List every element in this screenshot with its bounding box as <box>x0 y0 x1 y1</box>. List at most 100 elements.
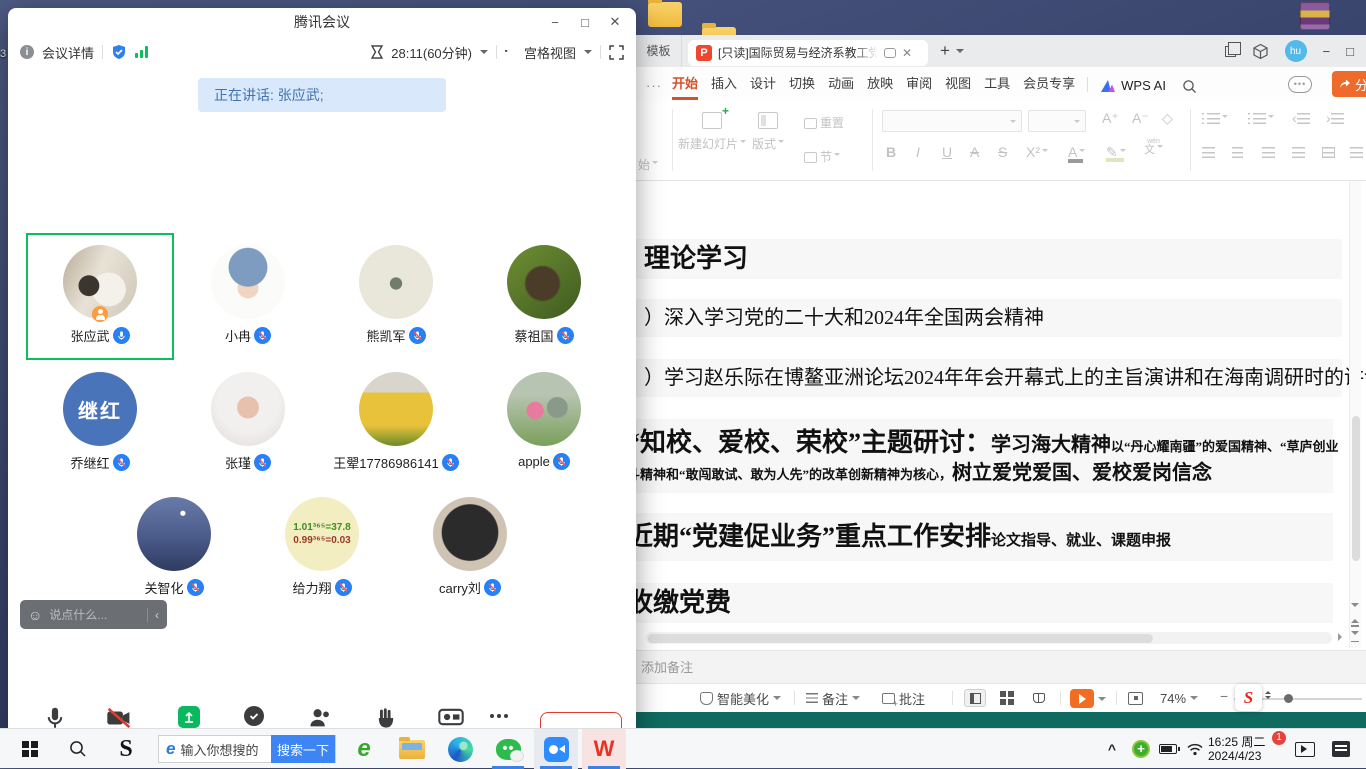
scroll-right-icon[interactable] <box>1338 633 1346 641</box>
participant-tile[interactable]: 王翚17786986141 <box>322 360 470 485</box>
font-color-button[interactable]: A <box>1068 144 1085 162</box>
new-tab-button[interactable]: + <box>940 41 950 61</box>
increase-font-button[interactable]: A⁺ <box>1102 110 1119 127</box>
decrease-font-button[interactable]: A⁻ <box>1132 110 1149 127</box>
ribbon-tab[interactable]: 设计 <box>750 73 776 100</box>
security-shield-icon[interactable] <box>111 44 127 60</box>
timer-caret-icon[interactable] <box>480 50 488 58</box>
participant-tile[interactable]: 关智化 <box>100 485 248 610</box>
participant-tile[interactable]: 小冉 <box>174 233 322 360</box>
underline-button[interactable]: U <box>942 144 952 160</box>
notes-button[interactable]: 备注 <box>806 684 860 712</box>
align-left-button[interactable] <box>1202 144 1215 160</box>
action-center-icon[interactable] <box>1326 729 1356 769</box>
user-avatar[interactable]: hu <box>1285 40 1307 62</box>
ribbon-tab[interactable]: 视图 <box>945 73 971 100</box>
ribbon-tab[interactable]: 放映 <box>867 73 893 100</box>
fullscreen-icon[interactable] <box>609 45 624 60</box>
chat-quick-input[interactable]: ☺ 说点什么... ‹ <box>20 600 167 629</box>
ribbon-tab[interactable]: 插入 <box>711 73 737 100</box>
ribbon-tab[interactable]: 会员专享 <box>1023 73 1075 100</box>
3d-box-icon[interactable] <box>1252 43 1269 60</box>
increase-indent-icon[interactable]: › <box>1326 110 1344 126</box>
participant-tile[interactable]: 蔡祖国 <box>470 233 618 360</box>
clear-format-icon[interactable]: ◇ <box>1162 110 1173 127</box>
zoom-slider-handle[interactable] <box>1284 694 1293 703</box>
slide-nav-buttons[interactable] <box>1349 593 1361 642</box>
wps-prev-tab[interactable]: 模板 <box>636 35 682 67</box>
char-spacing-button[interactable]: A <box>970 144 979 160</box>
wps-active-document-tab[interactable]: P [只读]国际贸易与经济系教工党 ✕ <box>688 40 928 66</box>
view-mode-button[interactable]: 宫格视图 <box>524 43 576 62</box>
align-right-button[interactable] <box>1262 144 1275 160</box>
bullet-list-button[interactable] <box>1202 110 1228 126</box>
highlight-color-button[interactable]: ✎ <box>1106 144 1126 161</box>
service-icon[interactable]: ••• <box>1288 76 1312 93</box>
meeting-details-button[interactable]: 会议详情 <box>42 43 94 62</box>
participant-tile[interactable]: apple <box>470 360 618 485</box>
slide-sorter-view-button[interactable] <box>996 689 1018 707</box>
section-button[interactable]: 节 <box>804 148 840 165</box>
ribbon-tab[interactable]: 工具 <box>984 73 1010 100</box>
comments-button[interactable]: 批注 <box>882 684 925 712</box>
search-go-button[interactable]: 搜索一下 <box>271 735 335 763</box>
outline-row[interactable]: 收缴党费 <box>636 583 1333 623</box>
floating-app-carets[interactable] <box>1265 688 1271 702</box>
italic-button[interactable]: I <box>916 144 920 160</box>
fit-window-button[interactable] <box>1128 684 1143 712</box>
scrollbar-thumb[interactable] <box>1352 416 1360 561</box>
edge-browser-icon[interactable] <box>438 729 482 769</box>
participant-tile[interactable]: 继红 乔继红 <box>26 360 174 485</box>
participant-tile[interactable]: 1.01³⁶⁵=37.80.99³⁶⁵=0.03 给力翔 <box>248 485 396 610</box>
participant-tile[interactable]: carry刘 <box>396 485 544 610</box>
reset-button[interactable]: 重置 <box>804 114 844 131</box>
browser-green-e-icon[interactable]: e <box>342 729 386 769</box>
touch-keyboard-icon[interactable] <box>1290 729 1320 769</box>
notes-input[interactable]: 添加备注 <box>636 650 1366 683</box>
collapse-chat-icon[interactable]: ‹ <box>155 608 159 622</box>
previous-slide-icon[interactable] <box>1351 615 1359 623</box>
wps-taskbar-icon[interactable]: W <box>582 729 626 769</box>
wps-minimize-button[interactable]: − <box>1323 44 1331 59</box>
slideshow-play-button[interactable] <box>1070 689 1106 708</box>
font-name-select[interactable] <box>882 110 1022 132</box>
tray-antivirus-icon[interactable]: + <box>1128 729 1154 769</box>
desktop-folder-icon[interactable] <box>648 2 682 27</box>
participants-button[interactable] <box>308 706 332 730</box>
wifi-icon[interactable] <box>1182 729 1208 769</box>
superscript-button[interactable]: X² <box>1026 144 1048 160</box>
start-button[interactable] <box>8 729 52 769</box>
raise-hand-button[interactable] <box>374 706 398 730</box>
ribbon-tab[interactable]: 切换 <box>789 73 815 100</box>
emoji-icon[interactable]: ☺ <box>28 608 42 622</box>
distribute-button[interactable] <box>1322 144 1335 160</box>
maximize-button[interactable]: □ <box>570 8 600 36</box>
s-app-icon[interactable]: S <box>104 729 148 769</box>
justify-button[interactable] <box>1292 144 1305 160</box>
bold-button[interactable]: B <box>886 144 896 160</box>
participant-tile[interactable]: 张瑾 <box>174 360 322 485</box>
stacked-windows-icon[interactable] <box>1225 46 1236 57</box>
share-button[interactable]: 分享 <box>1332 71 1366 97</box>
ribbon-tab[interactable]: 审阅 <box>906 73 932 100</box>
next-slide-icon[interactable] <box>1351 631 1359 639</box>
align-center-button[interactable] <box>1232 144 1243 160</box>
zoom-out-button[interactable]: − <box>1220 688 1228 704</box>
vertical-scrollbar[interactable] <box>1349 181 1361 648</box>
line-spacing-button[interactable] <box>1350 144 1363 160</box>
outline-row[interactable]: 理论学习 <box>636 239 1342 279</box>
ribbon-tab[interactable]: 动画 <box>828 73 854 100</box>
participant-tile[interactable]: 熊凯军 <box>322 233 470 360</box>
close-tab-icon[interactable]: ✕ <box>902 46 912 60</box>
ribbon-tab[interactable]: 开始 <box>672 73 698 100</box>
tray-expand-chevron[interactable]: ^ <box>1100 729 1124 769</box>
smart-beautify-button[interactable]: 智能美化 <box>700 684 781 712</box>
decrease-indent-icon[interactable]: ‹ <box>1292 110 1310 126</box>
wps-ai-button[interactable]: WPS AI <box>1100 78 1166 100</box>
desktop-winrar-icon[interactable] <box>1300 2 1330 30</box>
outline-row[interactable]: 近期“党建促业务”重点工作安排论文指导、就业、课题申报 <box>636 513 1333 561</box>
floating-s-app-icon[interactable]: S <box>1235 684 1262 711</box>
battery-icon[interactable] <box>1154 729 1182 769</box>
wps-maximize-button[interactable]: □ <box>1346 44 1354 59</box>
font-size-select[interactable] <box>1028 110 1086 132</box>
